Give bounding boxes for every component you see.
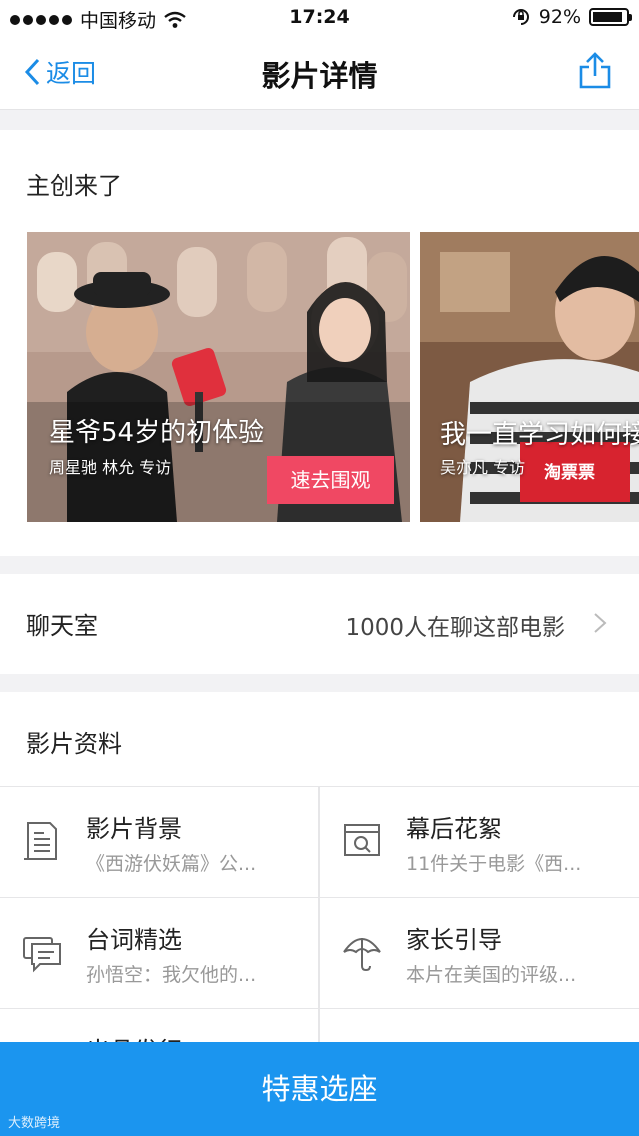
card-title: 我一直学习如何接	[440, 420, 639, 450]
battery-icon	[589, 8, 632, 26]
chat-room-row[interactable]: 聊天室 1000人在聊这部电影	[0, 574, 639, 674]
film-info-item-title: 影片背景	[86, 815, 182, 843]
document-icon	[24, 822, 57, 860]
film-info-header: 影片资料	[0, 692, 639, 786]
chat-bubbles-icon	[23, 937, 61, 973]
watch-now-button[interactable]: 速去围观	[267, 456, 394, 504]
film-info-item-subtitle: 孙悟空：我欠他的...	[86, 964, 257, 986]
film-info-item-title: 家长引导	[406, 926, 502, 954]
status-right: 92%	[511, 6, 632, 28]
film-info-item-quotes[interactable]: 台词精选 孙悟空：我欠他的...	[0, 898, 318, 1008]
interview-video-thumbnail	[420, 232, 639, 522]
umbrella-icon	[343, 938, 381, 972]
section-title-film-info: 影片资料	[26, 730, 122, 758]
film-info-item-background[interactable]: 影片背景 《西游伏妖篇》公...	[0, 787, 318, 897]
card-title: 星爷54岁的初体验	[49, 418, 265, 448]
nav-bar: 返回 影片详情	[0, 38, 639, 110]
film-info-item-parental-guide[interactable]: 家长引导 本片在美国的评级...	[320, 898, 639, 1008]
card-subtitle: 周星驰 林允 专访	[49, 458, 172, 477]
browser-search-icon	[344, 824, 380, 856]
film-info-item-subtitle: 本片在美国的评级...	[406, 964, 577, 986]
film-info-item-title: 幕后花絮	[406, 815, 502, 843]
watermark: 大数跨境	[8, 1116, 61, 1131]
chevron-right-icon	[594, 613, 607, 633]
film-info-item-title: 台词精选	[86, 926, 182, 954]
share-icon[interactable]	[577, 52, 613, 90]
battery-fill	[593, 12, 623, 22]
status-bar: 中国移动 17:24 92%	[0, 0, 639, 38]
chat-room-count: 1000人在聊这部电影	[345, 615, 565, 641]
chat-room-label: 聊天室	[26, 612, 98, 640]
card-subtitle: 吴亦凡 专访	[440, 458, 526, 477]
film-info-item-subtitle: 11件关于电影《西...	[406, 853, 582, 875]
page-title: 影片详情	[261, 59, 378, 93]
discount-seat-selection-button[interactable]: 特惠选座	[0, 1042, 639, 1136]
interview-card[interactable]: 我一直学习如何接 吴亦凡 专访 淘票票	[420, 232, 639, 522]
interview-card[interactable]: 星爷54岁的初体验 周星驰 林允 专访 速去围观	[27, 232, 410, 522]
battery-percent: 92%	[538, 6, 581, 28]
orientation-lock-icon	[512, 9, 529, 25]
microphone-logo-label: 淘票票	[544, 463, 595, 483]
film-info-item-behind-scenes[interactable]: 幕后花絮 11件关于电影《西...	[320, 787, 639, 897]
film-info-item-subtitle: 《西游伏妖篇》公...	[86, 853, 257, 875]
section-title-creators: 主创来了	[26, 172, 122, 200]
